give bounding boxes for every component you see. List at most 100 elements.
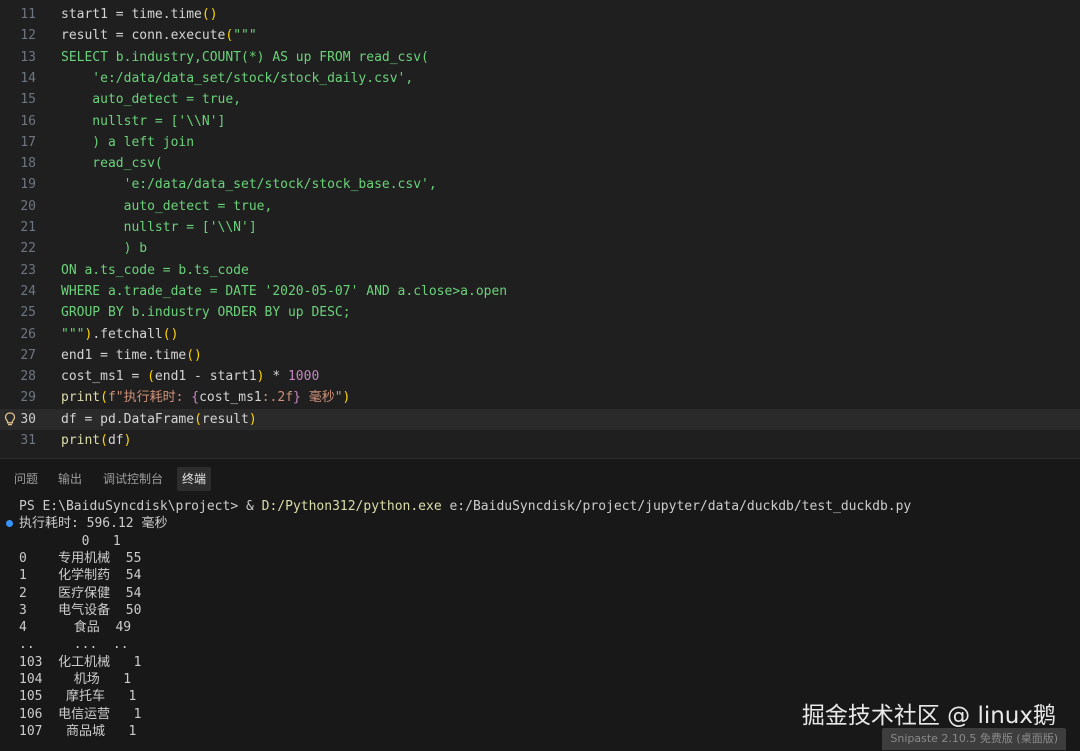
code-token: ) — [248, 411, 257, 427]
command-status-dot-icon[interactable] — [6, 520, 13, 528]
code-token: .fetchall — [92, 326, 163, 342]
code-token: cost_ms1 = — [61, 369, 148, 385]
code-text: ON a.ts_code = b.ts_code — [61, 260, 249, 281]
code-line[interactable]: 27 end1 = time.time() — [0, 345, 1080, 366]
code-line[interactable]: 11 start1 = time.time() — [0, 4, 1080, 25]
code-line[interactable]: 31 print(df) — [0, 430, 1080, 451]
terminal-token: 0 专用机械 55 — [19, 550, 142, 566]
code-token: read_csv( — [61, 156, 163, 172]
terminal-line: 3 电气设备 50 — [0, 602, 1080, 619]
code-line[interactable]: 19 'e:/data/data_set/stock/stock_base.cs… — [0, 174, 1080, 195]
code-line[interactable]: 17 ) a left join — [0, 132, 1080, 153]
code-line[interactable]: 20 auto_detect = true, — [0, 196, 1080, 217]
code-token: """ — [233, 28, 257, 44]
terminal-token: 105 摩托车 1 — [19, 689, 137, 705]
code-text: nullstr = ['\\N'] — [61, 111, 225, 132]
panel-tab[interactable]: 问题 — [9, 467, 43, 491]
terminal-text: 执行耗时: 596.12 毫秒 — [19, 515, 167, 532]
line-number: 28 — [20, 369, 36, 385]
code-text: GROUP BY b.industry ORDER BY up DESC; — [61, 302, 351, 323]
line-number: 24 — [20, 283, 36, 299]
code-line[interactable]: 23 ON a.ts_code = b.ts_code — [0, 260, 1080, 281]
code-token: ) a left join — [61, 134, 195, 150]
code-token: ) — [123, 433, 132, 448]
code-text: end1 = time.time() — [61, 345, 202, 366]
code-line[interactable]: 25 GROUP BY b.industry ORDER BY up DESC; — [0, 302, 1080, 323]
code-token: :.2f — [261, 390, 294, 406]
terminal-token: .. ... .. — [19, 637, 129, 653]
code-line[interactable]: 24 WHERE a.trade_date = DATE '2020-05-07'… — [0, 281, 1080, 302]
code-token: } — [293, 390, 301, 406]
terminal-text: PS E:\BaiduSyncdisk\project> & D:/Python… — [19, 498, 911, 515]
code-line[interactable]: 14 'e:/data/data_set/stock/stock_daily.c… — [0, 68, 1080, 89]
code-token: () — [162, 326, 179, 342]
code-token: ( — [100, 433, 108, 448]
code-token: ( — [100, 390, 108, 406]
code-token: df — [107, 433, 124, 448]
code-token: cost_ms1 — [199, 390, 262, 406]
code-token: () — [186, 347, 202, 363]
code-line[interactable]: 30 df = pd.DataFrame(result) — [0, 408, 1080, 430]
code-text: df = pd.DataFrame(result) — [61, 409, 257, 430]
line-number: 23 — [20, 262, 36, 278]
code-token: { — [191, 390, 200, 406]
code-editor[interactable]: 11 start1 = time.time() 12 result = conn.ex… — [0, 0, 1080, 455]
terminal-text: 2 医疗保健 54 — [19, 585, 141, 602]
line-number: 31 — [20, 433, 36, 448]
terminal-token: 4 食品 49 — [19, 620, 132, 636]
terminal-text: 0 专用机械 55 — [19, 550, 141, 567]
code-token: result = conn.execute — [61, 28, 226, 44]
panel-tab[interactable]: 调试控制台 — [98, 467, 168, 491]
terminal-token: D:/Python312/python.exe — [261, 499, 442, 514]
code-token: ( — [194, 411, 202, 427]
code-token: print — [61, 390, 101, 406]
line-number: 21 — [20, 220, 36, 235]
terminal-line: 1 化学制药 54 — [0, 567, 1080, 584]
code-line[interactable]: 21 nullstr = ['\\N'] — [0, 217, 1080, 238]
code-line[interactable]: 12 result = conn.execute(""" — [0, 25, 1080, 46]
code-token: GROUP BY b.industry ORDER BY up DESC; — [61, 305, 351, 321]
code-line[interactable]: 26 """).fetchall() — [0, 324, 1080, 345]
terminal-token: 103 化工机械 1 — [19, 654, 142, 670]
code-token: auto_detect = true, — [61, 92, 242, 108]
terminal-text: 0 1 — [19, 533, 121, 550]
code-line[interactable]: 15 auto_detect = true, — [0, 89, 1080, 110]
code-token: nullstr = ['\\N'] — [61, 113, 226, 129]
code-line[interactable]: 16 nullstr = ['\\N'] — [0, 111, 1080, 132]
terminal-text: 106 电信运营 1 — [19, 706, 141, 723]
terminal-text: 107 商品城 1 — [19, 723, 136, 740]
code-token: ON a.ts_code = b.ts_code — [61, 262, 249, 278]
terminal-token: e:/BaiduSyncdisk/project/jupyter/data/du… — [441, 499, 912, 514]
snipaste-badge: Snipaste 2.10.5 免费版 (桌面版) — [882, 728, 1066, 750]
code-text: 'e:/data/data_set/stock/stock_base.csv', — [61, 174, 437, 195]
terminal-line: 103 化工机械 1 — [0, 654, 1080, 671]
code-token: df = pd.DataFrame — [61, 411, 195, 427]
terminal-token: 执行耗时: 596.12 毫秒 — [19, 516, 168, 532]
terminal-line: 0 1 — [0, 533, 1080, 550]
terminal-text: 103 化工机械 1 — [19, 654, 141, 671]
code-text: 'e:/data/data_set/stock/stock_daily.csv'… — [61, 68, 413, 89]
line-number: 16 — [20, 113, 36, 129]
code-token: ) — [342, 390, 351, 406]
panel-tab[interactable]: 终端 — [177, 467, 212, 491]
code-line[interactable]: 28 cost_ms1 = (end1 - start1) * 1000 — [0, 366, 1080, 387]
code-token: end1 - start1 — [154, 369, 257, 385]
code-token: 'e:/data/data_set/stock/stock_daily.csv'… — [61, 70, 414, 86]
terminal-text: 1 化学制药 54 — [19, 567, 141, 584]
line-number: 26 — [20, 326, 36, 342]
code-line[interactable]: 22 ) b — [0, 238, 1080, 259]
terminal-line: 4 食品 49 — [0, 619, 1080, 636]
code-token: 'e:/data/data_set/stock/stock_base.csv', — [61, 177, 437, 193]
code-token: auto_detect = true, — [61, 198, 273, 214]
code-line[interactable]: 29 print(f"执行耗时: {cost_ms1:.2f} 毫秒") — [0, 387, 1080, 408]
line-number: 19 — [20, 177, 36, 193]
code-line[interactable]: 13 SELECT b.industry,COUNT(*) AS up FROM … — [0, 47, 1080, 68]
code-text: read_csv( — [61, 153, 163, 174]
panel-tab[interactable]: 输出 — [53, 467, 87, 491]
code-token: print — [61, 433, 101, 448]
terminal-line: 2 医疗保健 54 — [0, 585, 1080, 602]
line-number: 22 — [20, 241, 36, 257]
code-text: result = conn.execute(""" — [61, 25, 257, 46]
terminal-token: 2 医疗保健 54 — [19, 585, 142, 601]
code-line[interactable]: 18 read_csv( — [0, 153, 1080, 174]
